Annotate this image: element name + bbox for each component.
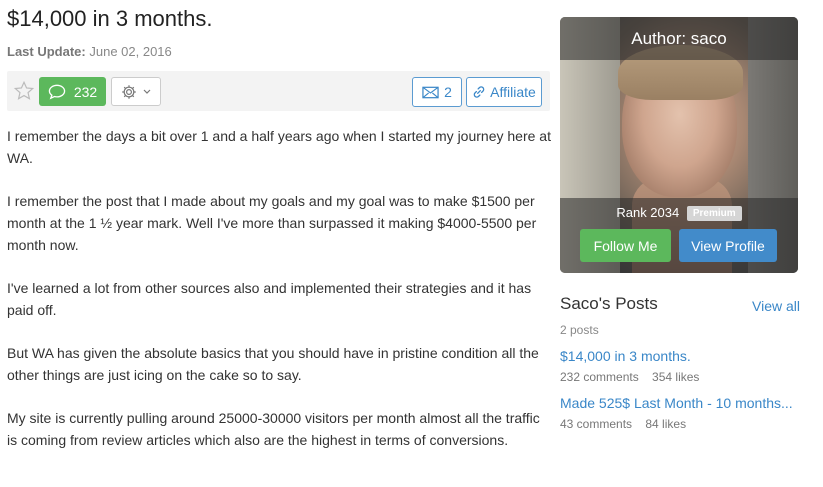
premium-badge: Premium xyxy=(686,206,742,221)
author-posts: Saco's Posts View all 2 posts $14,000 in… xyxy=(560,294,800,431)
author-card: Author: saco Rank 2034 Premium Follow Me… xyxy=(560,17,798,273)
post-comments: 43 comments xyxy=(560,417,633,431)
post-comments: 232 comments xyxy=(560,370,639,384)
rank-text: Rank 2034 xyxy=(616,205,680,220)
posts-count: 2 posts xyxy=(560,323,599,337)
comments-button[interactable]: 232 xyxy=(39,77,106,106)
post-likes: 354 likes xyxy=(652,370,700,384)
envelope-icon xyxy=(422,86,439,98)
follow-button[interactable]: Follow Me xyxy=(580,229,671,262)
author-header: Author: saco xyxy=(560,17,798,60)
list-item: $14,000 in 3 months. 232 comments 354 li… xyxy=(560,348,800,384)
last-update-date: June 02, 2016 xyxy=(89,44,172,59)
article: $14,000 in 3 months. Last Update: June 0… xyxy=(7,0,552,472)
settings-dropdown[interactable] xyxy=(111,77,161,106)
link-icon xyxy=(473,86,485,98)
list-item: Made 525$ Last Month - 10 months... 43 c… xyxy=(560,395,800,431)
star-icon[interactable] xyxy=(13,80,35,102)
paragraph: I remember the post that I made about my… xyxy=(7,193,537,253)
author-rank: Rank 2034 Premium xyxy=(560,205,798,221)
post-meta: 43 comments 84 likes xyxy=(560,417,800,431)
speech-bubble-icon xyxy=(48,84,66,99)
paragraph: I remember the days a bit over 1 and a h… xyxy=(7,128,551,166)
message-count: 2 xyxy=(444,84,452,100)
post-likes: 84 likes xyxy=(645,417,687,431)
paragraph: But WA has given the absolute basics tha… xyxy=(7,345,539,383)
paragraph: My site is currently pulling around 2500… xyxy=(7,410,540,448)
view-all-link[interactable]: View all xyxy=(752,298,800,314)
page-title: $14,000 in 3 months. xyxy=(7,6,213,31)
message-button[interactable]: 2 xyxy=(412,77,462,107)
last-update-label: Last Update: xyxy=(7,44,86,59)
paragraph: I've learned a lot from other sources al… xyxy=(7,280,532,318)
affiliate-button[interactable]: Affiliate xyxy=(466,77,542,107)
post-link[interactable]: $14,000 in 3 months. xyxy=(560,348,800,364)
article-toolbar: 232 2 Affiliate xyxy=(7,71,550,111)
gear-icon xyxy=(122,84,136,99)
post-meta: 232 comments 354 likes xyxy=(560,370,800,384)
comment-count: 232 xyxy=(73,83,98,100)
article-body: I remember the days a bit over 1 and a h… xyxy=(7,125,552,451)
view-profile-button[interactable]: View Profile xyxy=(679,229,777,262)
last-update: Last Update: June 02, 2016 xyxy=(7,44,550,59)
post-link[interactable]: Made 525$ Last Month - 10 months... xyxy=(560,395,800,411)
affiliate-label: Affiliate xyxy=(490,84,536,100)
chevron-down-icon xyxy=(143,89,151,94)
